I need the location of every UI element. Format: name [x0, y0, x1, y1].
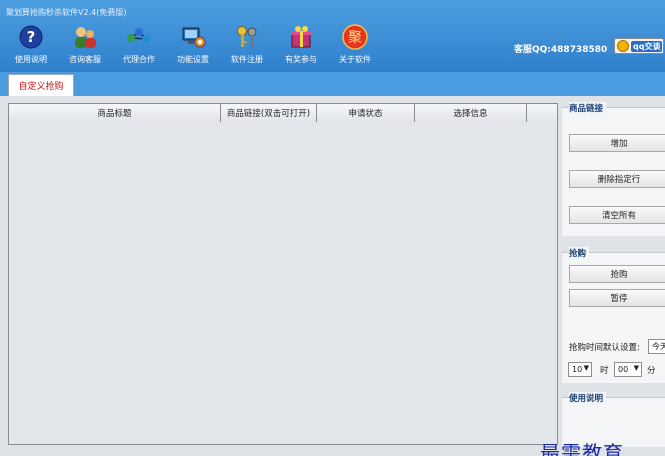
column-header-select-info[interactable]: 选择信息: [415, 104, 527, 122]
add-button[interactable]: 增加: [569, 134, 665, 152]
default-time-label: 抢购时间默认设置:: [569, 343, 640, 353]
toolbar-about-button[interactable]: 聚 关于软件: [328, 24, 382, 70]
minute-unit-label: 分: [647, 366, 656, 376]
day-select[interactable]: 今天: [648, 339, 665, 354]
toolbar-settings-label: 功能设置: [177, 55, 209, 64]
product-table[interactable]: 商品标题 商品链接(双击可打开) 申请状态 选择信息: [8, 103, 558, 445]
links-panel-title: 商品链接: [569, 102, 607, 114]
hour-unit-label: 时: [600, 366, 609, 376]
usage-panel-title: 使用说明: [569, 392, 607, 404]
toolbar-consult-button[interactable]: 咨询客服: [58, 24, 112, 70]
hour-select[interactable]: 10 ▼: [568, 362, 592, 377]
toolbar-about-label: 关于软件: [339, 55, 371, 64]
toolbar-consult-label: 咨询客服: [69, 55, 101, 64]
column-header-link[interactable]: 商品链接(双击可打开): [221, 104, 317, 122]
column-header-filler: [527, 104, 557, 122]
links-panel: 商品链接 增加 删除指定行 清空所有: [562, 102, 665, 236]
prize-icon: [288, 24, 314, 50]
toolbar-register-button[interactable]: 软件注册: [220, 24, 274, 70]
qq-penguin-icon: [617, 40, 629, 52]
minute-select[interactable]: 00 ▼: [614, 362, 642, 377]
column-header-title[interactable]: 商品标题: [9, 104, 221, 122]
table-header: 商品标题 商品链接(双击可打开) 申请状态 选择信息: [9, 104, 557, 122]
register-keys-icon: [234, 24, 260, 50]
qq-chat-label: qq交谈: [631, 40, 663, 52]
svg-text:?: ?: [27, 28, 36, 46]
title-toolbar-area: 聚划算抢购秒杀软件V2.4(免费版) ? 使用说明 咨询客服 代理合作 功能设置: [0, 0, 665, 72]
main-toolbar: ? 使用说明 咨询客服 代理合作 功能设置 软件注册 有奖参与 聚 关于软件: [4, 24, 382, 70]
tab-bar: 自定义抢购: [0, 72, 665, 96]
day-select-value: 今天: [652, 342, 665, 351]
chevron-down-icon: ▼: [583, 364, 589, 372]
grab-panel-title: 抢购: [569, 247, 590, 259]
toolbar-help-button[interactable]: ? 使用说明: [4, 24, 58, 70]
partnership-icon: [126, 24, 152, 50]
toolbar-agent-label: 代理合作: [123, 55, 155, 64]
toolbar-help-label: 使用说明: [15, 55, 47, 64]
toolbar-prize-label: 有奖参与: [285, 55, 317, 64]
pause-button[interactable]: 暂停: [569, 289, 665, 307]
tab-custom-grab[interactable]: 自定义抢购: [8, 74, 74, 96]
customer-service-qq: 客服QQ:488738580: [514, 45, 608, 55]
grab-button[interactable]: 抢购: [569, 265, 665, 283]
toolbar-agent-button[interactable]: 代理合作: [112, 24, 166, 70]
column-header-status[interactable]: 申请状态: [317, 104, 415, 122]
settings-icon: [180, 24, 206, 50]
toolbar-settings-button[interactable]: 功能设置: [166, 24, 220, 70]
toolbar-prize-button[interactable]: 有奖参与: [274, 24, 328, 70]
watermark-text: 最需教育: [540, 441, 624, 456]
hour-select-value: 10: [572, 365, 583, 374]
grab-panel: 抢购 抢购 暂停 抢购时间默认设置: 今天 10 ▼ 时 00 ▼ 分: [562, 247, 665, 383]
about-icon-glyph: 聚: [348, 30, 362, 46]
about-icon: 聚: [342, 24, 368, 50]
delete-selected-button[interactable]: 删除指定行: [569, 170, 665, 188]
clear-all-button[interactable]: 清空所有: [569, 206, 665, 224]
qq-chat-button[interactable]: qq交谈: [614, 38, 664, 54]
chevron-down-icon: ▼: [633, 364, 639, 372]
toolbar-register-label: 软件注册: [231, 55, 263, 64]
minute-select-value: 00: [618, 365, 629, 374]
help-icon: ?: [18, 24, 44, 50]
customer-service-icon: [72, 24, 98, 50]
window-title: 聚划算抢购秒杀软件V2.4(免费版): [6, 8, 127, 17]
